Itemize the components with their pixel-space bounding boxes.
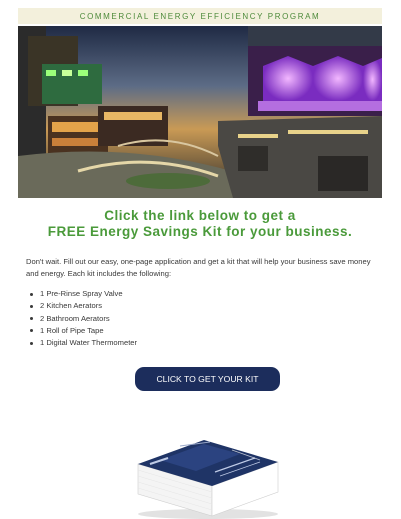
kit-item: 2 Kitchen Aerators [26, 300, 326, 312]
program-banner-text: COMMERCIAL ENERGY EFFICIENCY PROGRAM [79, 11, 321, 21]
intro-text: Don't wait. Fill out our easy, one-page … [26, 257, 371, 278]
kit-item: 1 Digital Water Thermometer [26, 337, 326, 349]
get-kit-button[interactable]: CLICK TO GET YOUR KIT [135, 367, 280, 391]
program-banner: COMMERCIAL ENERGY EFFICIENCY PROGRAM [18, 8, 382, 24]
kit-items-list: 1 Pre-Rinse Spray Valve 2 Kitchen Aerato… [26, 288, 326, 349]
headline-line-1: Click the link below to get a [104, 208, 296, 223]
city-night-photo [18, 26, 382, 198]
kit-item: 1 Roll of Pipe Tape [26, 325, 326, 337]
kit-box-illustration [137, 440, 279, 519]
hero-image [18, 26, 382, 198]
get-kit-button-label: CLICK TO GET YOUR KIT [156, 374, 259, 384]
kit-item: 2 Bathroom Aerators [26, 313, 326, 325]
headline: Click the link below to get a FREE Energ… [18, 208, 382, 240]
kit-box-image [120, 420, 295, 519]
headline-line-2: FREE Energy Savings Kit for your busines… [47, 224, 353, 239]
kit-item: 1 Pre-Rinse Spray Valve [26, 288, 326, 300]
